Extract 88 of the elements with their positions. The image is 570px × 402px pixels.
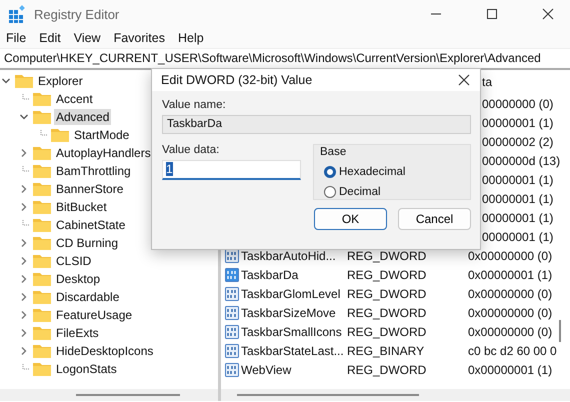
folder-icon bbox=[33, 344, 51, 358]
tree-item[interactable]: BitBucket bbox=[54, 199, 109, 215]
folder-icon bbox=[33, 218, 51, 232]
tree-item[interactable]: BamThrottling bbox=[54, 163, 133, 179]
folder-icon bbox=[15, 74, 33, 88]
value-type: REG_DWORD bbox=[347, 324, 426, 338]
folder-icon bbox=[33, 182, 51, 196]
field-label: Value data: bbox=[162, 144, 220, 156]
value-data: 00000001 (1) bbox=[482, 210, 554, 224]
dialog-button[interactable]: OK bbox=[314, 208, 387, 230]
field-label: Value name: bbox=[162, 99, 227, 111]
folder-icon bbox=[33, 236, 51, 250]
value-type: REG_DWORD bbox=[347, 248, 426, 262]
folder-icon bbox=[33, 290, 51, 304]
value-data: 0000000d (13) bbox=[482, 154, 560, 168]
value-data: 00000001 (1) bbox=[482, 116, 554, 130]
value-name[interactable]: TaskbarStateLast... bbox=[241, 344, 344, 358]
folder-icon bbox=[33, 254, 51, 268]
radio-button[interactable] bbox=[324, 186, 336, 198]
value-type: REG_DWORD bbox=[347, 286, 426, 300]
radio-label[interactable]: Hexadecimal bbox=[339, 166, 406, 178]
tree-item[interactable]: Accent bbox=[54, 91, 95, 107]
group-label: Base bbox=[320, 146, 346, 158]
tree-item[interactable]: LogonStats bbox=[54, 361, 119, 377]
tree-item[interactable]: Discardable bbox=[54, 289, 122, 305]
folder-icon bbox=[33, 308, 51, 322]
scrollbar-thumb[interactable] bbox=[559, 320, 561, 342]
value-name[interactable]: TaskbarDa bbox=[241, 268, 298, 282]
close-icon[interactable] bbox=[458, 74, 470, 86]
radio-button[interactable] bbox=[324, 166, 336, 178]
folder-icon bbox=[33, 200, 51, 214]
value-name[interactable]: TaskbarGlomLevel bbox=[241, 286, 340, 300]
value-data: c0 bc d2 60 00 0 bbox=[468, 344, 557, 358]
tree-item[interactable]: AutoplayHandlers bbox=[54, 145, 153, 161]
value-data: 00000001 (1) bbox=[482, 172, 554, 186]
dialog-button[interactable]: Cancel bbox=[398, 208, 471, 230]
close-icon[interactable] bbox=[542, 8, 554, 20]
tree-item[interactable]: HideDesktopIcons bbox=[54, 343, 156, 359]
value-data: 00000002 (2) bbox=[482, 134, 554, 148]
value-data: 0x00000000 (0) bbox=[468, 286, 552, 300]
maximize-icon[interactable] bbox=[486, 8, 498, 20]
tree-item[interactable]: FeatureUsage bbox=[54, 307, 134, 323]
registry-icon bbox=[8, 5, 26, 23]
value-type: REG_DWORD bbox=[347, 306, 426, 320]
radio-label[interactable]: Decimal bbox=[339, 186, 381, 198]
folder-icon bbox=[33, 326, 51, 340]
tree-item[interactable]: Advanced bbox=[54, 109, 112, 125]
value-data: 00000001 (1) bbox=[482, 230, 554, 244]
tree-item[interactable]: CabinetState bbox=[54, 217, 128, 233]
value-data: 0x00000001 (1) bbox=[468, 362, 552, 376]
tree-item[interactable]: Explorer bbox=[36, 73, 85, 89]
value-name[interactable]: TaskbarSmallIcons bbox=[241, 324, 342, 338]
tree-item[interactable]: BannerStore bbox=[54, 181, 126, 197]
menu-item[interactable]: Favorites bbox=[114, 31, 165, 45]
value-data: 00000001 (1) bbox=[482, 192, 554, 206]
menu-item[interactable]: Edit bbox=[39, 31, 61, 45]
folder-icon bbox=[33, 146, 51, 160]
value-data-field[interactable]: 1 bbox=[162, 160, 301, 180]
menu-item[interactable]: Help bbox=[178, 31, 204, 45]
value-data: 0x00000000 (0) bbox=[468, 324, 552, 338]
folder-icon bbox=[33, 362, 51, 376]
folder-icon bbox=[51, 128, 69, 142]
folder-icon bbox=[33, 92, 51, 106]
value-name[interactable]: TaskbarAutoHid... bbox=[241, 248, 336, 262]
tree-item[interactable]: Desktop bbox=[54, 271, 102, 287]
folder-icon bbox=[33, 110, 51, 124]
value-type: REG_BINARY bbox=[347, 344, 424, 358]
value-type: REG_DWORD bbox=[347, 268, 426, 282]
value-data: 00000000 (0) bbox=[482, 96, 554, 110]
folder-icon bbox=[33, 272, 51, 286]
window-title: Registry Editor bbox=[34, 6, 120, 22]
dialog-title: Edit DWORD (32-bit) Value bbox=[161, 73, 312, 87]
value-name-field[interactable]: TaskbarDa bbox=[162, 115, 471, 134]
tree-item[interactable]: FileExts bbox=[54, 325, 101, 341]
tree-item[interactable]: CD Burning bbox=[54, 235, 120, 251]
value-type: REG_DWORD bbox=[347, 362, 426, 376]
menu-item[interactable]: File bbox=[6, 31, 26, 45]
tree-item[interactable]: CLSID bbox=[54, 253, 94, 269]
scrollbar-thumb[interactable] bbox=[76, 394, 180, 396]
value-name[interactable]: WebView bbox=[241, 362, 292, 376]
value-data: 0x00000000 (0) bbox=[468, 306, 552, 320]
value-name[interactable]: TaskbarSizeMove bbox=[241, 306, 336, 320]
value-data: 0x00000000 (0) bbox=[468, 248, 552, 262]
scrollbar-thumb[interactable] bbox=[237, 394, 419, 396]
tree-item[interactable]: StartMode bbox=[72, 127, 132, 143]
value-data: 0x00000001 (1) bbox=[468, 268, 552, 282]
menu-item[interactable]: View bbox=[74, 31, 101, 45]
folder-icon bbox=[33, 164, 51, 178]
